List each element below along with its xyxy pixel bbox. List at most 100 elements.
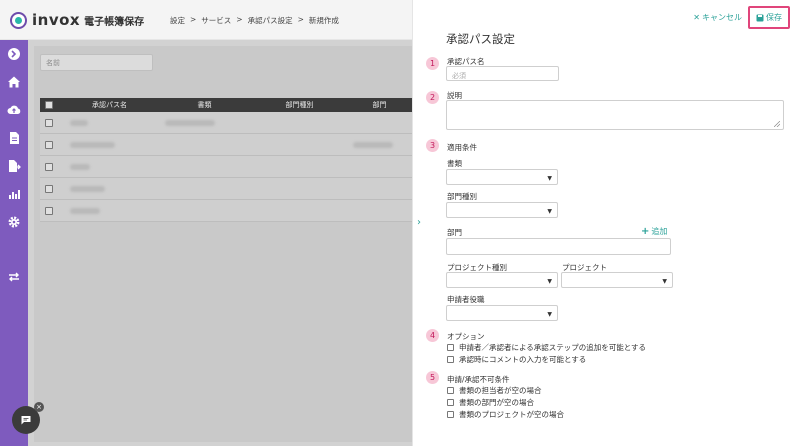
cancel-button[interactable]: ✕ キャンセル xyxy=(693,12,742,23)
cond-no-project-checkbox[interactable]: 書類のプロジェクトが空の場合 xyxy=(447,409,564,420)
chevron-right-icon[interactable]: › xyxy=(417,217,421,228)
home-icon[interactable] xyxy=(7,75,21,89)
option-add-step-label: 申請者／承認者による承認ステップの追加を可能とする xyxy=(459,343,647,352)
cond-no-assignee-checkbox[interactable]: 書類の担当者が空の場合 xyxy=(447,385,542,396)
project-type-select[interactable]: ▼ xyxy=(446,272,558,288)
dropdown-arrow-icon: ▼ xyxy=(547,311,552,318)
row-checkbox[interactable] xyxy=(45,140,53,149)
table-row[interactable] xyxy=(40,134,412,156)
dropdown-arrow-icon: ▼ xyxy=(547,278,552,285)
applicant-role-select[interactable]: ▼ xyxy=(446,305,558,321)
approval-path-settings-panel: › ✕ キャンセル 保存 承認パス設定 1 承認パス名 必須 2 説明 3 適用… xyxy=(412,0,800,446)
breadcrumb-separator: > xyxy=(236,15,243,24)
conditions-label: 適用条件 xyxy=(447,143,477,152)
disallow-conditions-label: 申請/承認不可条件 xyxy=(447,375,510,384)
table-row[interactable] xyxy=(40,156,412,178)
table-row[interactable] xyxy=(40,200,412,222)
checkbox-box[interactable] xyxy=(447,356,454,363)
name-filter-input[interactable]: 名前 xyxy=(40,54,153,71)
redacted-cell xyxy=(70,119,88,126)
column-header-dept[interactable]: 部門 xyxy=(347,100,412,110)
option-comment-checkbox[interactable]: 承認時にコメントの入力を可能とする xyxy=(447,354,586,365)
brand-name: invox xyxy=(32,11,81,29)
redacted-cell xyxy=(353,141,393,148)
cond-no-dept-checkbox[interactable]: 書類の部門が空の場合 xyxy=(447,397,534,408)
dropdown-arrow-icon: ▼ xyxy=(547,208,552,215)
main-content: 名前 承認パス名 書類 部門種別 部門 xyxy=(28,40,412,446)
checkbox-box[interactable] xyxy=(447,387,454,394)
save-button[interactable]: 保存 xyxy=(748,6,790,29)
cond-no-assignee-label: 書類の担当者が空の場合 xyxy=(459,386,542,395)
table-row[interactable] xyxy=(40,112,412,134)
select-all-checkbox[interactable] xyxy=(45,101,53,109)
document-export-icon[interactable] xyxy=(7,159,21,173)
logo-icon xyxy=(10,11,27,29)
panel-title: 承認パス設定 xyxy=(446,32,515,46)
checkbox-box[interactable] xyxy=(447,411,454,418)
table-row[interactable] xyxy=(40,178,412,200)
breadcrumb-item-new: 新規作成 xyxy=(308,16,339,25)
cond-no-project-label: 書類のプロジェクトが空の場合 xyxy=(459,410,564,419)
column-header-dept-type[interactable]: 部門種別 xyxy=(252,100,347,110)
transfer-icon[interactable] xyxy=(7,270,21,284)
app-header: invox 電子帳簿保存 設定 > サービス > 承認パス設定 > 新規作成 xyxy=(0,0,412,40)
document-icon[interactable] xyxy=(7,131,21,145)
row-checkbox[interactable] xyxy=(45,162,53,171)
options-label: オプション xyxy=(447,332,485,341)
breadcrumb-separator: > xyxy=(297,15,304,24)
gear-icon[interactable] xyxy=(7,215,21,229)
project-select[interactable]: ▼ xyxy=(561,272,673,288)
chart-icon[interactable] xyxy=(7,187,21,201)
row-checkbox[interactable] xyxy=(45,206,53,215)
step-badge-5: 5 xyxy=(426,371,439,384)
list-panel: 名前 承認パス名 書類 部門種別 部門 xyxy=(34,46,412,442)
step-badge-2: 2 xyxy=(426,91,439,104)
save-label: 保存 xyxy=(766,13,782,22)
redacted-cell xyxy=(70,141,115,148)
breadcrumb-item-settings[interactable]: 設定 xyxy=(170,15,185,26)
table-header: 承認パス名 書類 部門種別 部門 xyxy=(40,98,412,112)
checkbox-box[interactable] xyxy=(447,344,454,351)
path-name-input[interactable]: 必須 xyxy=(446,66,559,81)
redacted-cell xyxy=(70,185,105,192)
dropdown-arrow-icon: ▼ xyxy=(547,175,552,182)
chat-close-icon[interactable]: × xyxy=(34,402,44,412)
dropdown-arrow-icon: ▼ xyxy=(662,278,667,285)
checkbox-box[interactable] xyxy=(447,399,454,406)
panel-actions: ✕ キャンセル 保存 xyxy=(693,6,790,29)
add-label: 追加 xyxy=(651,227,668,236)
description-textarea[interactable] xyxy=(446,100,784,130)
arrow-right-circle-icon[interactable] xyxy=(7,47,21,61)
document-select[interactable]: ▼ xyxy=(446,169,558,185)
add-dept-button[interactable]: + 追加 xyxy=(641,226,667,237)
dept-input[interactable] xyxy=(446,238,671,255)
plus-icon: + xyxy=(641,226,650,237)
row-checkbox[interactable] xyxy=(45,184,53,193)
step-badge-4: 4 xyxy=(426,329,439,342)
brand-subtitle: 電子帳簿保存 xyxy=(84,16,145,28)
sidebar xyxy=(0,40,28,446)
approval-path-table: 承認パス名 書類 部門種別 部門 xyxy=(40,98,412,222)
breadcrumb: 設定 > サービス > 承認パス設定 > 新規作成 xyxy=(170,15,339,26)
option-comment-label: 承認時にコメントの入力を可能とする xyxy=(459,355,587,364)
dept-type-select[interactable]: ▼ xyxy=(446,202,558,218)
column-header-document[interactable]: 書類 xyxy=(157,100,252,110)
resize-grip-icon[interactable] xyxy=(774,121,780,127)
row-checkbox[interactable] xyxy=(45,118,53,127)
breadcrumb-item-services[interactable]: サービス xyxy=(201,15,231,26)
applicant-role-label: 申請者役職 xyxy=(447,295,485,304)
cond-no-dept-label: 書類の部門が空の場合 xyxy=(459,398,534,407)
cloud-upload-icon[interactable] xyxy=(7,103,21,117)
select-all-cell[interactable] xyxy=(40,101,62,109)
breadcrumb-item-approval-path[interactable]: 承認パス設定 xyxy=(248,15,293,26)
option-add-step-checkbox[interactable]: 申請者／承認者による承認ステップの追加を可能とする xyxy=(447,342,646,353)
logo[interactable]: invox 電子帳簿保存 xyxy=(10,11,144,29)
save-icon xyxy=(756,14,764,21)
column-header-path-name[interactable]: 承認パス名 xyxy=(62,100,157,110)
step-badge-1: 1 xyxy=(426,57,439,70)
dept-type-label: 部門種別 xyxy=(447,192,477,201)
chat-icon xyxy=(21,416,31,425)
cancel-label: キャンセル xyxy=(702,13,742,22)
redacted-cell xyxy=(70,207,100,214)
step-badge-3: 3 xyxy=(426,139,439,152)
